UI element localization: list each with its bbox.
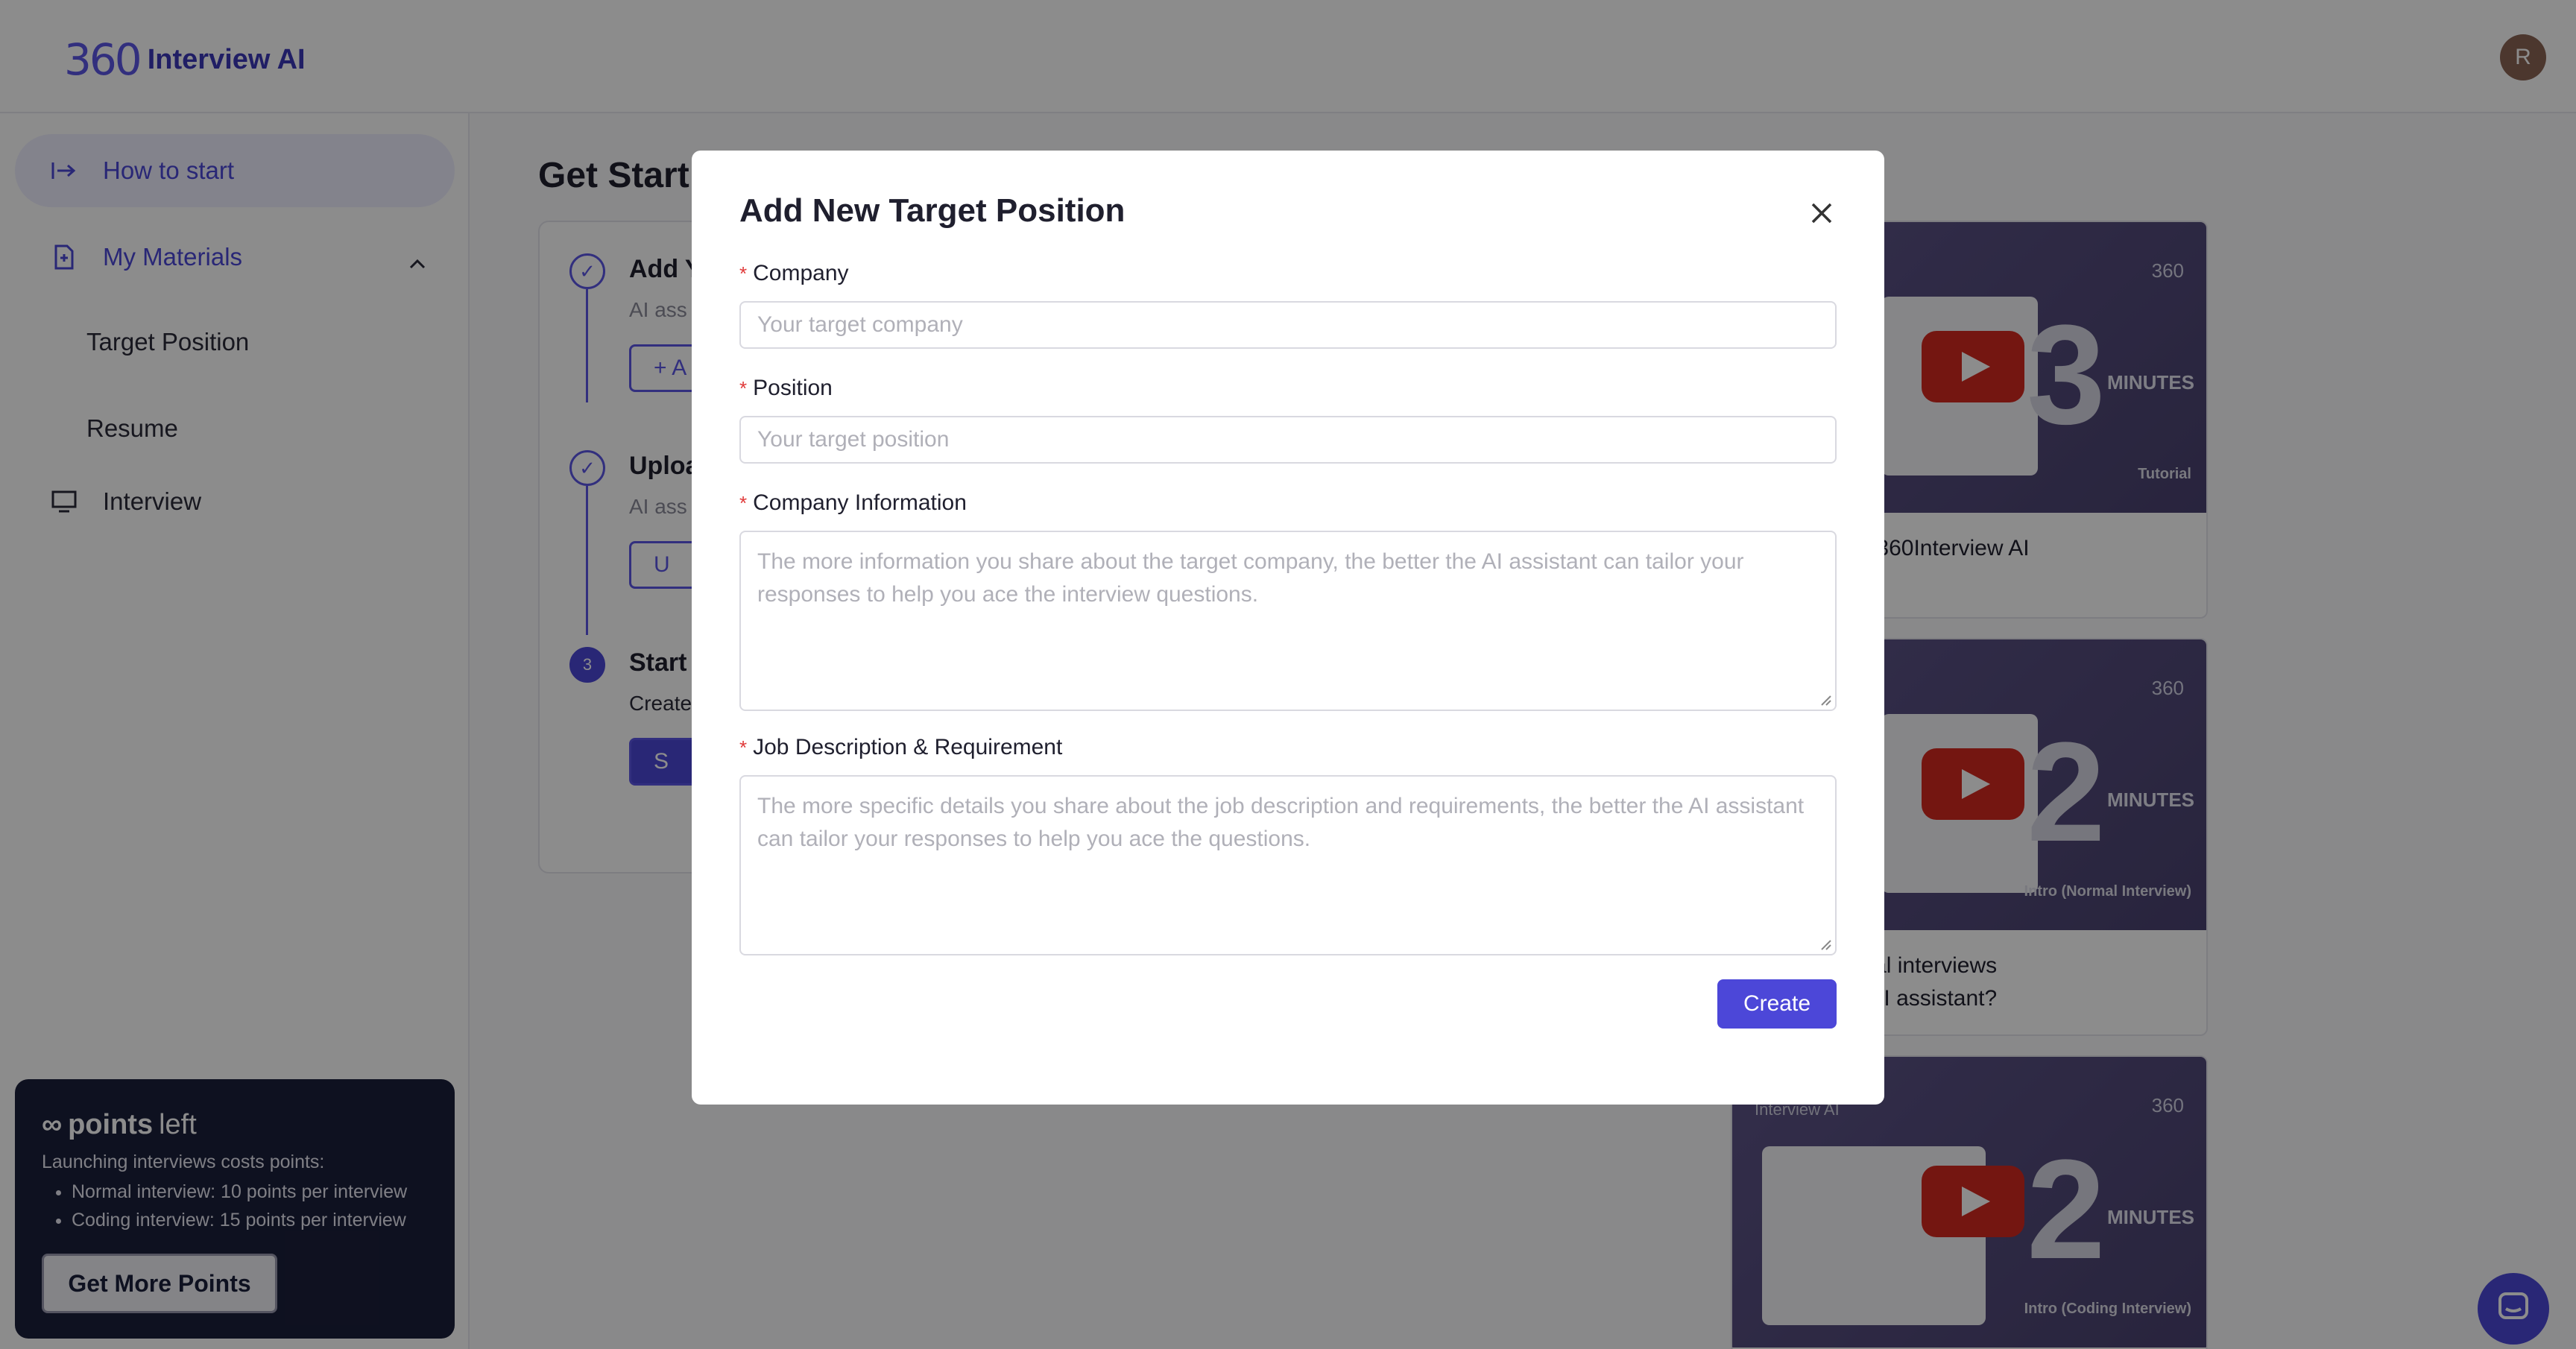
job-description-field[interactable]: The more specific details you share abou…: [739, 775, 1837, 955]
position-field[interactable]: Your target position: [739, 416, 1837, 464]
resize-handle-icon[interactable]: [1820, 939, 1832, 951]
position-label: * Position: [739, 376, 833, 400]
add-target-position-dialog: Add New Target Position * Company Your ta…: [692, 151, 1884, 1105]
company-information-label: * Company Information: [739, 490, 967, 515]
resize-handle-icon[interactable]: [1820, 695, 1832, 707]
close-icon[interactable]: [1807, 198, 1837, 228]
create-button[interactable]: Create: [1717, 979, 1837, 1029]
company-information-field[interactable]: The more information you share about the…: [739, 531, 1837, 711]
company-field[interactable]: Your target company: [739, 301, 1837, 349]
dialog-title: Add New Target Position: [739, 192, 1126, 229]
company-label: * Company: [739, 261, 849, 285]
job-description-label: * Job Description & Requirement: [739, 735, 1063, 759]
